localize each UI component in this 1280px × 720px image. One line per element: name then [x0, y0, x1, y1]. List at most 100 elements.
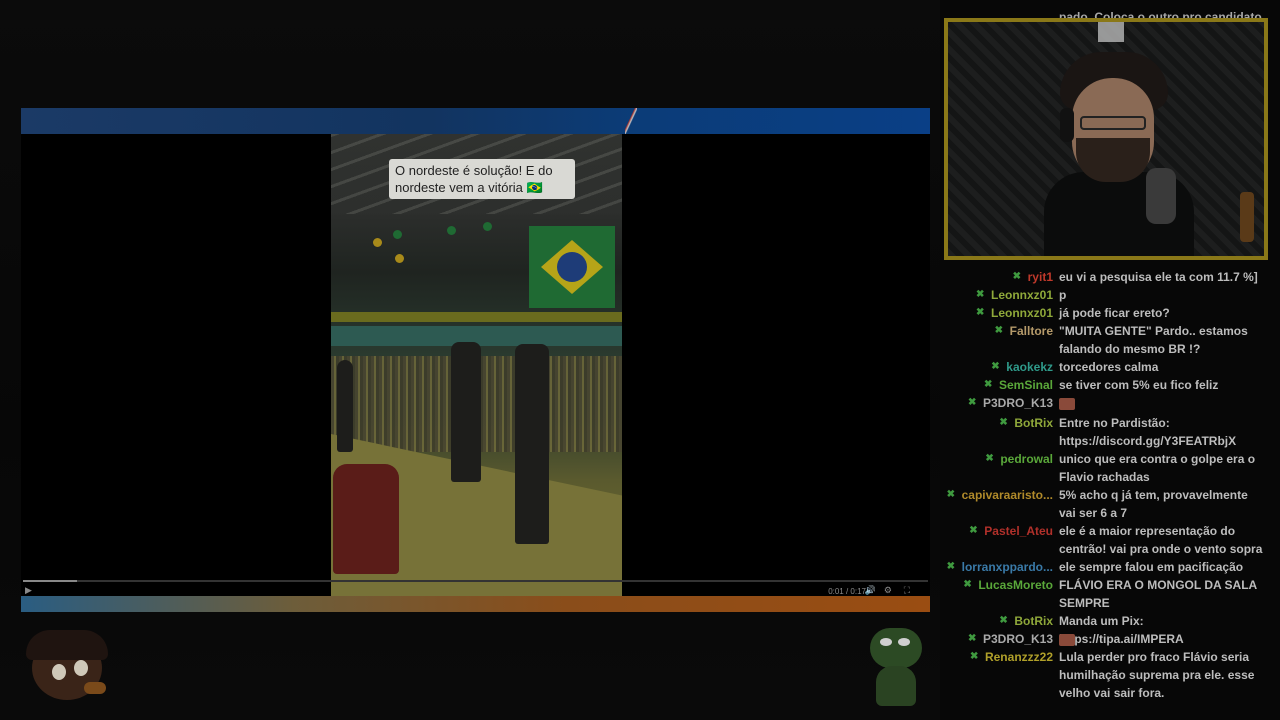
- decoration-balloon: [483, 222, 492, 231]
- video-player[interactable]: O nordeste é solução! E do nordeste vem …: [21, 108, 930, 612]
- subscriber-badge-icon: ✖: [994, 325, 1004, 336]
- subscriber-badge-icon: ✖: [991, 361, 1000, 372]
- chat-username[interactable]: LucasMoreto: [978, 576, 1053, 594]
- chat-text: torcedores calma: [1059, 360, 1159, 374]
- play-icon[interactable]: ▶: [25, 585, 32, 596]
- pepe-eye: [880, 638, 892, 646]
- chat-message: Renanzzz22 ✖ Lula perder pro fraco Flávio …: [940, 648, 1280, 702]
- chat-username[interactable]: Leonnxz01: [991, 286, 1053, 304]
- subscriber-badge-icon: ✖: [967, 633, 977, 644]
- player-controls: ▶ 0:01 / 0:17 🔊 ⚙ ⛶: [21, 578, 930, 596]
- pepe-head: [870, 628, 922, 668]
- chat-text: se tiver com 5% eu fico feliz: [1059, 378, 1219, 392]
- chat-username[interactable]: BotRix: [1014, 612, 1053, 630]
- pepe-body: [876, 666, 916, 706]
- chat-text: Lula perder pro fraco Flávio seria humil…: [1059, 650, 1255, 700]
- mascot-eye: [52, 664, 66, 680]
- subscriber-badge-icon: ✖: [969, 525, 978, 536]
- chat-message: ryit1 ✖ eu vi a pesquisa ele ta com 11.7 %…: [940, 268, 1280, 286]
- subscriber-badge-icon: ✖: [985, 453, 994, 464]
- chat-text: 5% acho q já tem, provavelmente vai ser …: [1059, 488, 1248, 520]
- chat-message: capivaraaristo... ✖ 5% acho q já tem, prov…: [940, 486, 1280, 522]
- subscriber-badge-icon: ✖: [983, 379, 993, 390]
- video-frame[interactable]: O nordeste é solução! E do nordeste vem …: [331, 134, 622, 596]
- mascot-character-icon: [24, 630, 112, 708]
- chat-message: lorranxppardo... ✖ ele sempre falou em pac…: [940, 558, 1280, 576]
- chat-username[interactable]: P3DRO_K13: [983, 394, 1053, 412]
- news-banner-bottom: [21, 596, 930, 612]
- fullscreen-icon[interactable]: ⛶: [904, 585, 910, 596]
- brazil-flag: [529, 226, 615, 308]
- subscriber-badge-icon: ✖: [967, 397, 977, 408]
- emote-icon: [1059, 397, 1075, 410]
- chat-message: pedrowal ✖ unico que era contra o golpe er…: [940, 450, 1280, 486]
- chat-text: ele é a maior representação do centrão! …: [1059, 524, 1263, 556]
- chat-username[interactable]: Falltore: [1010, 322, 1053, 340]
- chat-text: já pode ficar ereto?: [1059, 306, 1170, 320]
- audience-member: [333, 464, 399, 574]
- webcam-lamp: [1098, 22, 1124, 42]
- person: [337, 360, 353, 452]
- chat-username[interactable]: kaokekz: [1006, 358, 1053, 376]
- subscriber-badge-icon: ✖: [975, 289, 985, 300]
- subscriber-badge-icon: ✖: [1012, 271, 1022, 282]
- mascot-eye: [74, 660, 88, 676]
- streamer-glasses: [1080, 116, 1146, 130]
- subscriber-badge-icon: ✖: [969, 651, 979, 662]
- chat-username[interactable]: Renanzzz22: [985, 648, 1053, 666]
- pepe-eye: [898, 638, 910, 646]
- decoration-balloon: [393, 230, 402, 239]
- stream-stage: O nordeste é solução! E do nordeste vem …: [0, 0, 940, 720]
- subscriber-badge-icon: ✖: [999, 417, 1008, 428]
- progress-bar[interactable]: [23, 580, 928, 582]
- chat-text: "MUITA GENTE" Pardo.. estamos falando do…: [1059, 324, 1248, 356]
- subscriber-badge-icon: ✖: [975, 307, 985, 318]
- microphone-icon: [1146, 168, 1176, 224]
- chat-message: P3DRO_K13 ✖: [940, 394, 1280, 412]
- mascot-nose: [84, 682, 106, 694]
- subscriber-badge-icon: ✖: [999, 615, 1008, 626]
- chat-message: BotRix ✖ Manda um Pix: https://tipa.ai/IMP…: [940, 612, 1280, 646]
- time-display: 0:01 / 0:17: [828, 587, 866, 596]
- chat-text: Entre no Pardistão: https://discord.gg/Y…: [1059, 416, 1237, 448]
- decoration-balloon: [373, 238, 382, 247]
- chat-message: P3DRO_K13 ✖: [940, 630, 1280, 648]
- chat-message: kaokekz ✖ torcedores calma: [940, 358, 1280, 376]
- chat-text: unico que era contra o golpe era o Flavi…: [1059, 452, 1256, 484]
- chat-text: ele sempre falou em pacificação: [1059, 560, 1244, 574]
- emote-icon: [1059, 633, 1075, 646]
- chat-text: p: [1059, 288, 1067, 302]
- settings-icon[interactable]: ⚙: [884, 585, 892, 596]
- chat-username[interactable]: P3DRO_K13: [983, 630, 1053, 648]
- chat-username[interactable]: capivaraaristo...: [962, 486, 1053, 504]
- chat-message: BotRix ✖ Entre no Pardistão: https://disco…: [940, 414, 1280, 450]
- chat-message: SemSinal ✖ se tiver com 5% eu fico feliz: [940, 376, 1280, 394]
- mascot-hair: [26, 630, 108, 660]
- webcam-overlay: [944, 18, 1268, 260]
- news-banner-top: [21, 108, 930, 134]
- progress-fill: [23, 580, 78, 582]
- chat-username[interactable]: Pastel_Ateu: [984, 522, 1053, 540]
- chat-text: [1059, 394, 1267, 412]
- decoration-balloon: [447, 226, 456, 235]
- chat-username[interactable]: ryit1: [1028, 268, 1053, 286]
- chat-message: Leonnxz01 ✖ p: [940, 286, 1280, 304]
- subscriber-badge-icon: ✖: [963, 579, 972, 590]
- chat-username[interactable]: pedrowal: [1000, 450, 1053, 468]
- subscriber-badge-icon: ✖: [946, 489, 955, 500]
- chat-message: Leonnxz01 ✖ já pode ficar ereto?: [940, 304, 1280, 322]
- person: [451, 342, 481, 482]
- arena-stripe: [331, 312, 622, 322]
- chat-message: Pastel_Ateu ✖ ele é a maior representação …: [940, 522, 1280, 558]
- subscriber-badge-icon: ✖: [946, 561, 956, 572]
- chat-message: LucasMoreto ✖ FLÁVIO ERA O MONGOL DA SALA …: [940, 576, 1280, 612]
- chat-text: eu vi a pesquisa ele ta com 11.7 %]: [1059, 270, 1258, 284]
- person: [515, 344, 549, 544]
- chat-text: FLÁVIO ERA O MONGOL DA SALA SEMPRE: [1059, 578, 1257, 610]
- chat-username[interactable]: SemSinal: [999, 376, 1053, 394]
- volume-icon[interactable]: 🔊: [865, 585, 876, 596]
- chat-username[interactable]: Leonnxz01: [991, 304, 1053, 322]
- chat-username[interactable]: BotRix: [1014, 414, 1053, 432]
- chat-username[interactable]: lorranxppardo...: [962, 558, 1053, 576]
- bottle: [1240, 192, 1254, 242]
